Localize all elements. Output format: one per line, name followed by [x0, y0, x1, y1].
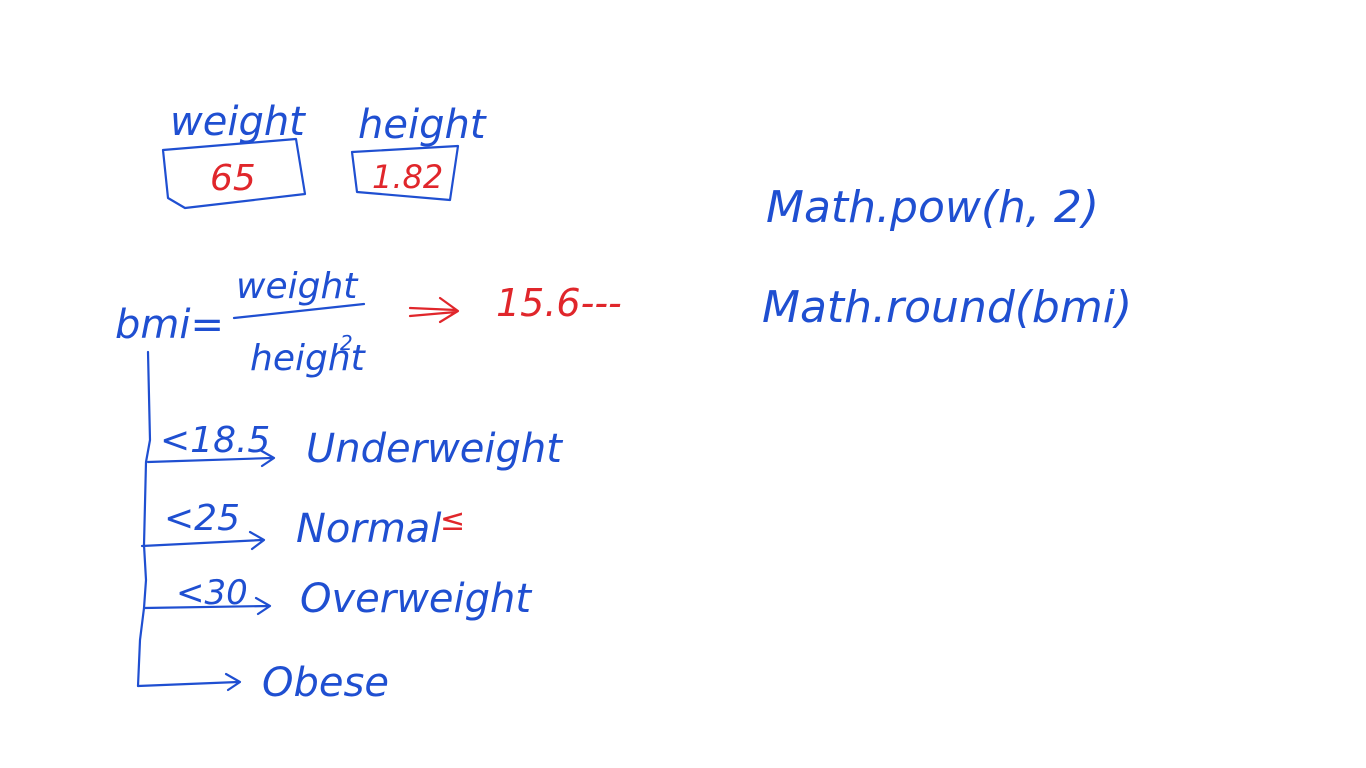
branch-arrow-obese — [136, 672, 242, 692]
category-obese: Obese — [262, 660, 389, 706]
height-label: height — [358, 102, 487, 148]
weight-box-group: weight 65 — [161, 99, 306, 210]
condition-overweight: <30 — [176, 573, 248, 613]
height-value: 1.82 — [372, 158, 443, 196]
formula-result: 15.6--- — [496, 281, 622, 325]
weight-label: weight — [170, 99, 306, 145]
code-notes: Math.pow(h, 2) Math.round(bmi) — [762, 182, 1132, 333]
condition-underweight: <18.5 — [160, 420, 270, 461]
weight-value: 65 — [210, 158, 256, 199]
normal-check-mark: ≤ — [440, 503, 465, 538]
height-box-group: height 1.82 — [350, 102, 487, 202]
category-overweight: Overweight — [300, 576, 532, 622]
code-note-round: Math.round(bmi) — [762, 282, 1132, 333]
category-underweight: Underweight — [306, 426, 563, 472]
whiteboard: weight 65 height 1.82 bmi= weight height… — [115, 99, 1132, 706]
code-note-pow: Math.pow(h, 2) — [766, 182, 1099, 233]
category-normal: Normal — [296, 506, 441, 552]
result-arrow — [408, 296, 460, 324]
formula-numerator: weight — [236, 266, 359, 307]
formula-lhs: bmi= — [115, 302, 224, 348]
condition-normal: <25 — [164, 498, 240, 539]
formula-exponent: 2 — [340, 331, 353, 355]
classification-tree: <18.5 Underweight <25 Normal ≤ <30 Overw… — [136, 350, 563, 706]
bmi-formula: bmi= weight height 2 15.6--- — [115, 266, 622, 379]
tree-trunk — [136, 350, 152, 688]
